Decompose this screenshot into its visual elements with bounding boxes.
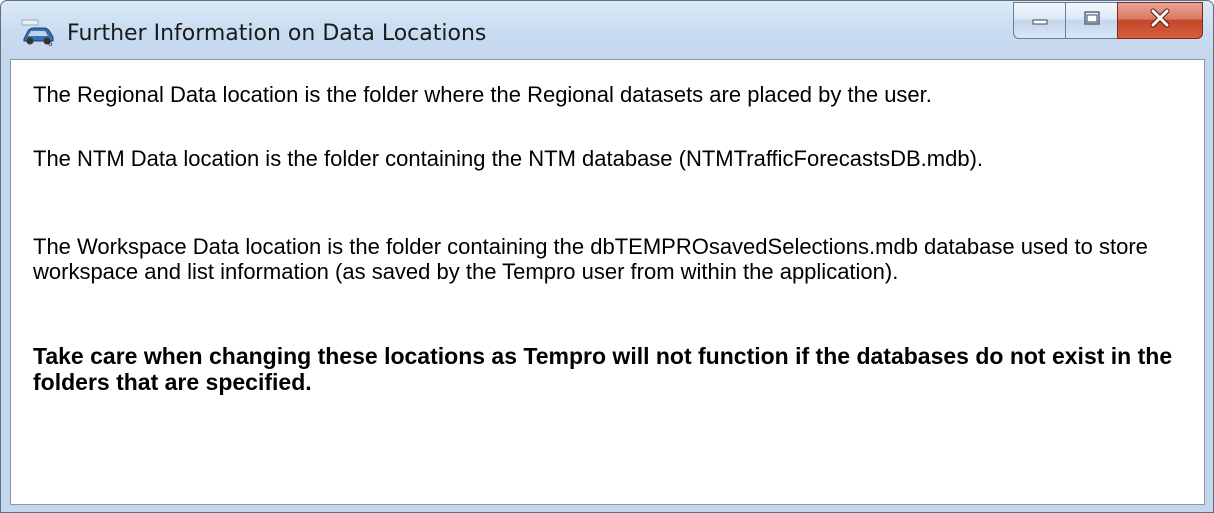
close-icon <box>1148 8 1172 33</box>
tempro-car-icon[interactable]: 6 <box>21 19 55 48</box>
close-button[interactable] <box>1117 2 1203 39</box>
ntm-data-paragraph: The NTM Data location is the folder cont… <box>33 146 984 171</box>
minimize-icon <box>1030 12 1050 30</box>
maximize-button[interactable] <box>1065 2 1117 39</box>
regional-data-paragraph: The Regional Data location is the folder… <box>33 82 932 107</box>
title-bar[interactable]: 6 Further Information on Data Locations <box>1 1 1213 59</box>
caption-buttons <box>1013 2 1203 39</box>
dialog-window: 6 Further Information on Data Locations <box>0 0 1214 513</box>
warning-paragraph: Take care when changing these locations … <box>33 343 1173 395</box>
minimize-button[interactable] <box>1013 2 1065 39</box>
info-text-area: The Regional Data location is the folder… <box>10 59 1205 505</box>
svg-text:6: 6 <box>48 40 53 47</box>
window-title: Further Information on Data Locations <box>67 21 487 46</box>
workspace-data-paragraph: The Workspace Data location is the folde… <box>33 234 1148 284</box>
maximize-icon <box>1082 10 1102 31</box>
